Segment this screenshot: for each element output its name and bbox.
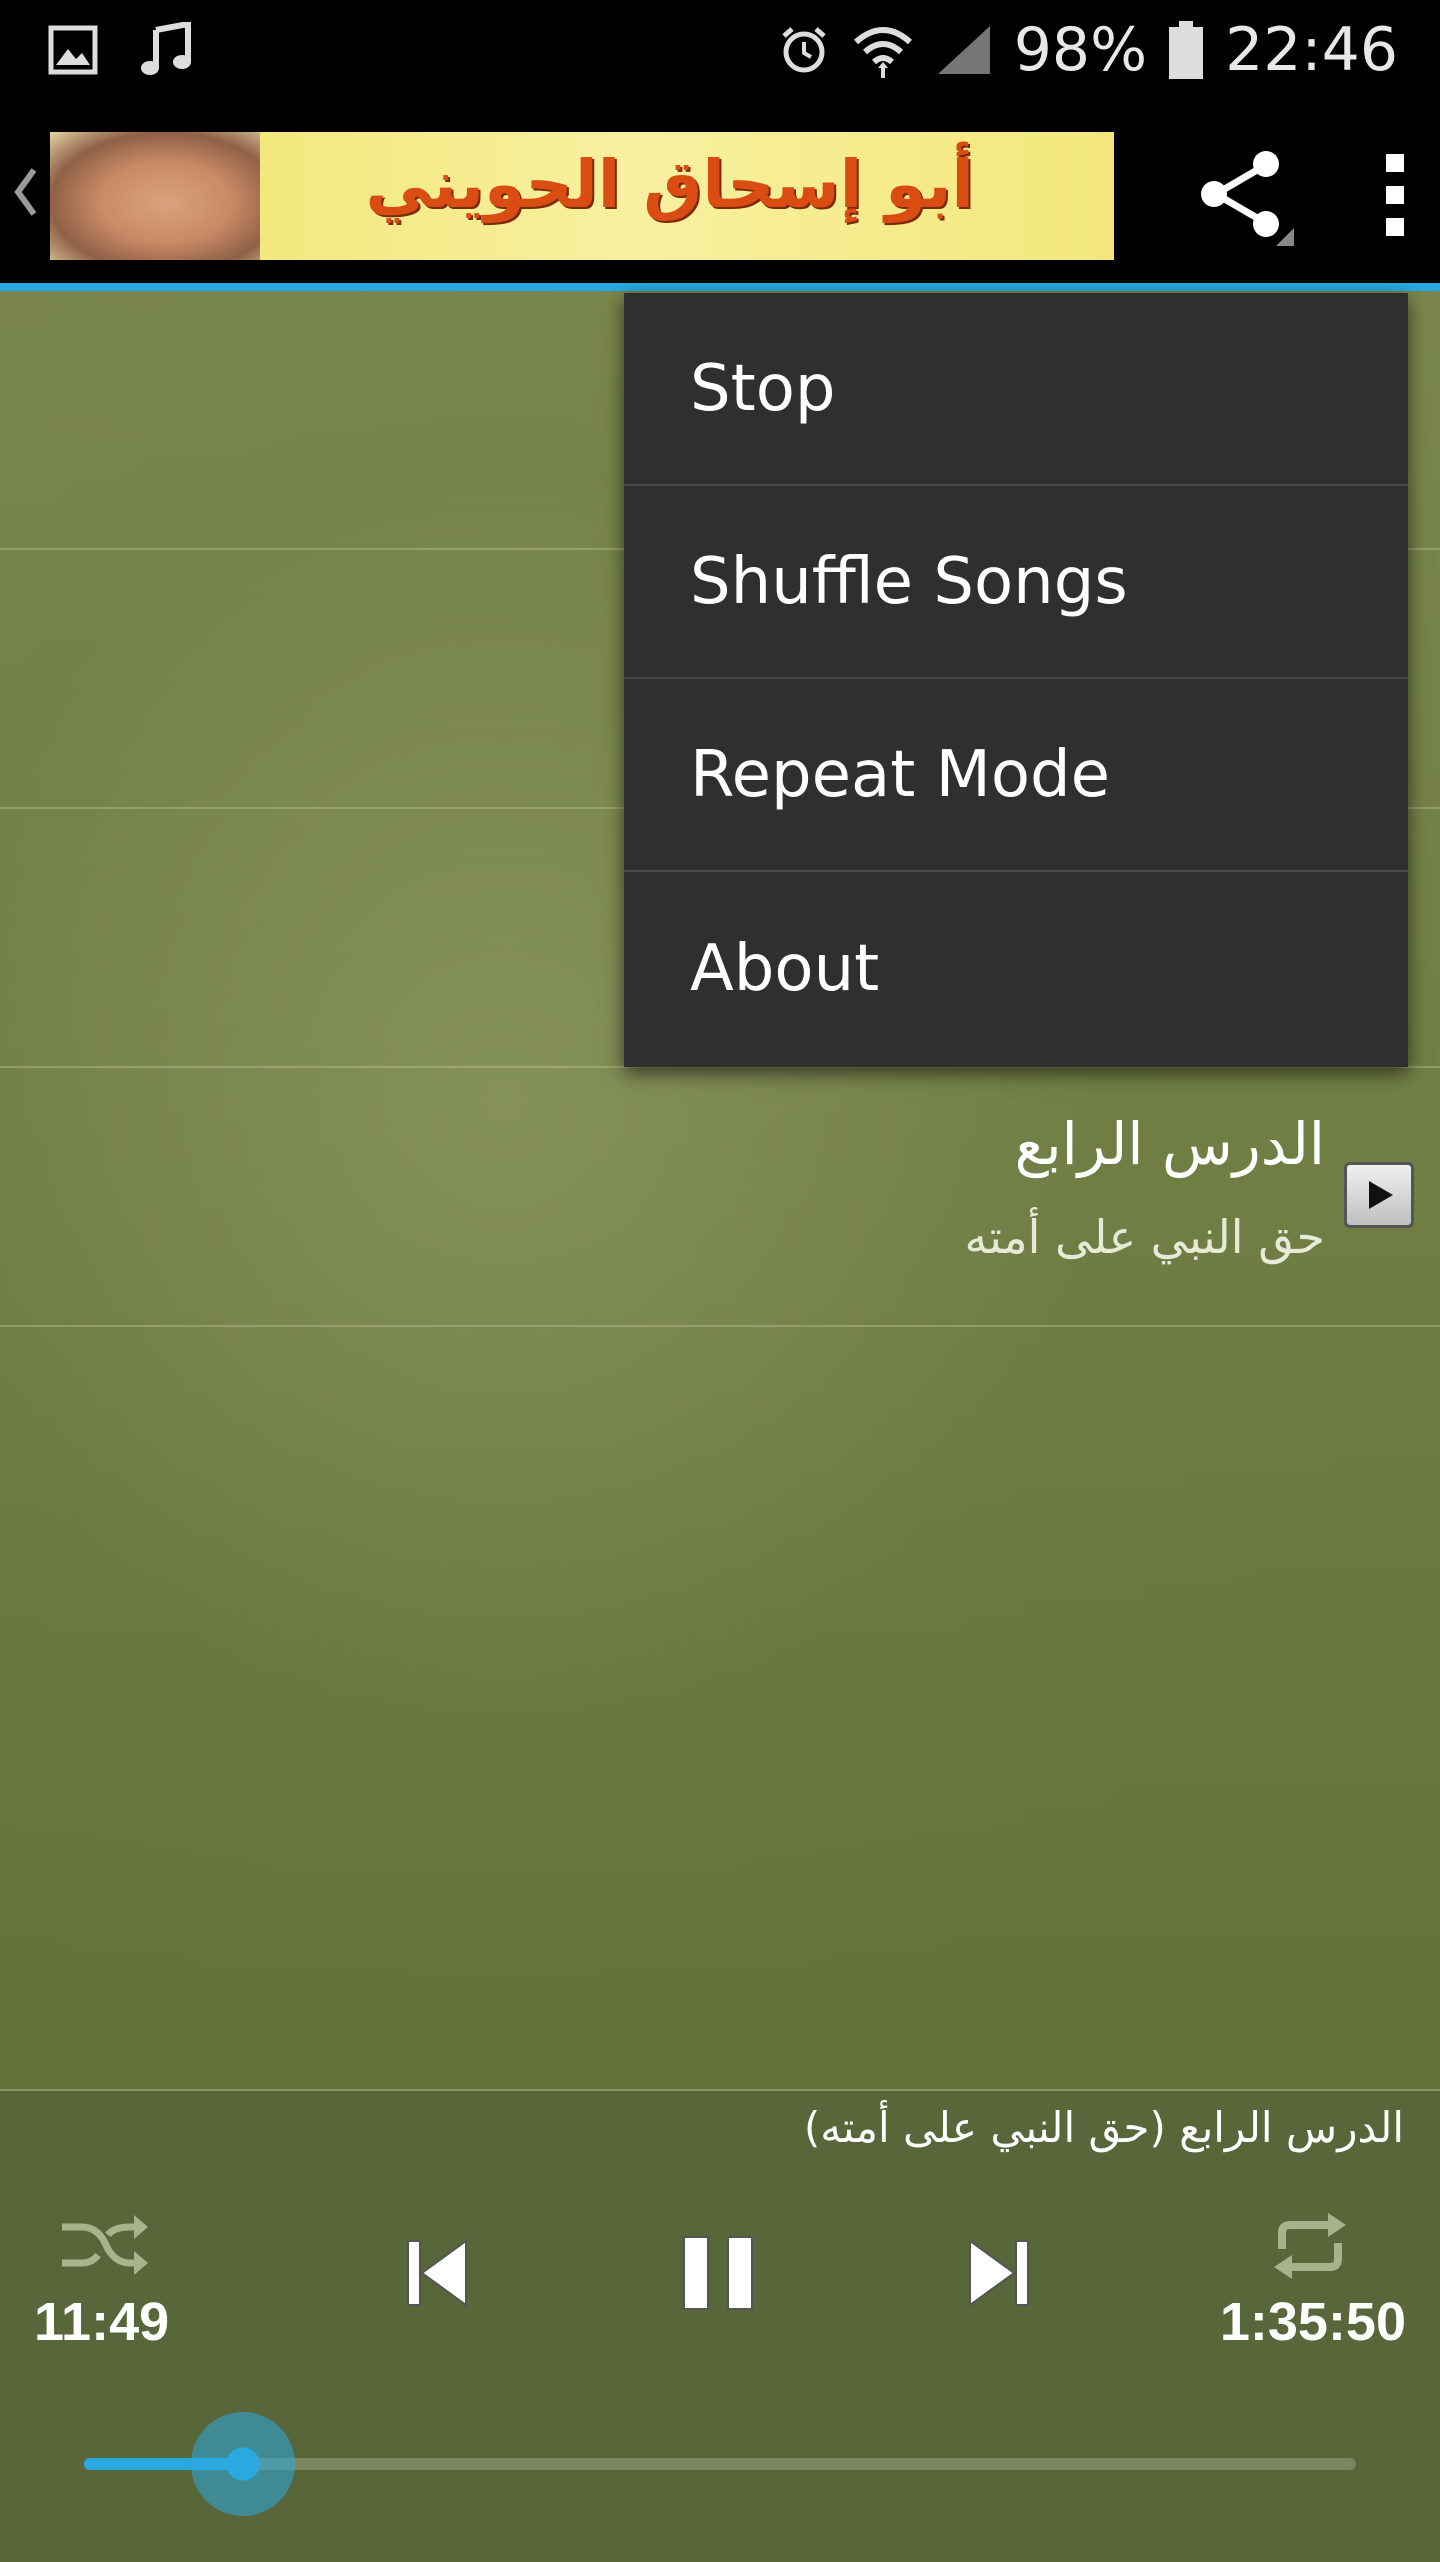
alarm-icon [782, 27, 826, 73]
banner-portrait [50, 132, 260, 260]
shuffle-icon[interactable] [58, 2211, 148, 2281]
song-subtitle: حق النبي على أمته [964, 1210, 1325, 1264]
menu-item-about[interactable]: About [624, 872, 1408, 1065]
menu-item-stop[interactable]: Stop [624, 293, 1408, 486]
wifi-icon [853, 27, 912, 78]
banner-title: أبو إسحاق الحويني [365, 146, 974, 223]
now-playing-title: الدرس الرابع (حق النبي على أمته) [803, 2103, 1404, 2152]
list-item[interactable]: الدرس الرابع حق النبي على أمته [0, 1068, 1440, 1326]
back-chevron-icon[interactable] [10, 162, 40, 222]
song-title: الدرس الرابع [1014, 1110, 1325, 1178]
overflow-menu: Stop Shuffle Songs Repeat Mode About [624, 293, 1408, 1067]
signal-icon [937, 26, 990, 74]
overflow-menu-icon[interactable] [1370, 146, 1420, 246]
menu-item-shuffle-songs[interactable]: Shuffle Songs [624, 486, 1408, 679]
total-duration: 1:35:50 [1219, 2292, 1406, 2352]
battery-percent: 98% [1013, 15, 1148, 85]
elapsed-time: 11:49 [34, 2292, 170, 2352]
play-triangle-icon [1369, 1181, 1393, 1209]
app-banner: أبو إسحاق الحويني [50, 132, 1114, 260]
battery-icon [1169, 21, 1204, 79]
gallery-icon [48, 25, 98, 75]
play-icon[interactable] [1344, 1162, 1414, 1228]
next-icon[interactable] [964, 2233, 1034, 2313]
clock: 22:46 [1225, 15, 1398, 85]
share-icon[interactable] [1188, 140, 1298, 250]
action-bar: أبو إسحاق الحويني [0, 100, 1440, 291]
pause-icon[interactable] [678, 2231, 758, 2315]
menu-item-repeat-mode[interactable]: Repeat Mode [624, 679, 1408, 872]
previous-icon[interactable] [402, 2233, 472, 2313]
seek-thumb[interactable] [191, 2412, 295, 2516]
repeat-icon[interactable] [1270, 2211, 1350, 2281]
seek-bar[interactable] [84, 2412, 1356, 2516]
status-bar: 98% 22:46 [0, 0, 1440, 100]
player-panel: الدرس الرابع (حق النبي على أمته) 11:49 1… [0, 2089, 1440, 2562]
music-note-icon [141, 22, 191, 75]
